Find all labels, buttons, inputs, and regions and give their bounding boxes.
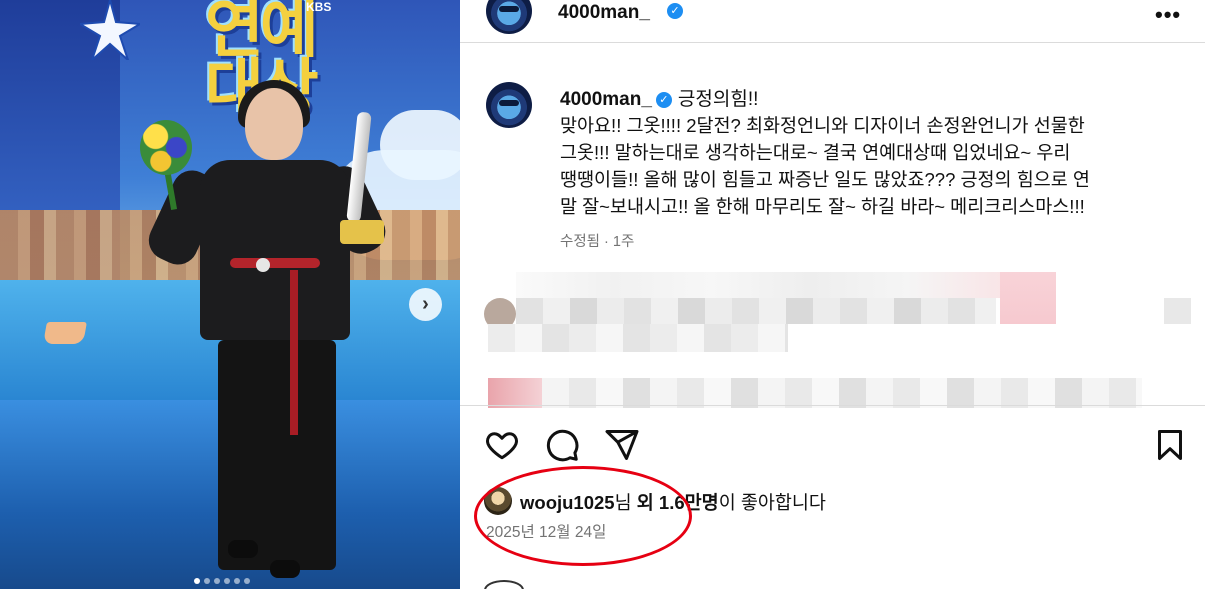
figure-jacket [200,160,350,340]
caption-username-link[interactable]: 4000man_ [560,89,652,110]
carousel-next-button[interactable]: › [409,288,442,321]
post-photo[interactable]: 연예 대상 KBS › [0,0,460,589]
trophy-base [340,220,384,244]
carousel-dot[interactable] [194,578,200,584]
carousel-dot[interactable] [204,578,210,584]
header-divider [460,42,1205,43]
chevron-right-icon: › [422,293,429,315]
carousel-dots [194,578,250,584]
caption-text: 맞아요!! 그옷!!!! 2달전? 최화정언니와 디자이너 손정완언니가 선물한… [560,115,1090,217]
bouquet [140,120,192,175]
blurred-comments [460,268,1205,408]
verified-icon: ✓ [655,91,672,108]
annotation-circle [474,466,692,566]
share-icon[interactable] [604,427,640,463]
avatar[interactable] [486,0,532,34]
carousel-dot[interactable] [244,578,250,584]
kbs-logo: KBS [306,0,332,14]
comment-icon[interactable] [544,427,580,463]
post-header: 4000man_ ✓ ••• [460,0,1205,42]
caption-title: 긍정의힘!! [677,89,759,110]
avatar[interactable] [486,82,532,128]
action-bar [460,405,1205,475]
carousel-dot[interactable] [214,578,220,584]
verified-icon: ✓ [667,3,683,19]
heart-icon[interactable] [484,427,520,463]
figure-shoe [228,540,258,558]
likes-suffix: 이 좋아합니다 [718,492,826,513]
figure-belt [230,258,320,268]
username-link[interactable]: 4000man_ [558,2,650,24]
bookmark-icon[interactable] [1152,427,1188,463]
caption-header: 4000man_ ✓ 긍정의힘!! [560,84,758,111]
caption-meta: 수정됨 · 1주 [560,234,635,250]
figure-buckle [256,258,270,272]
figure-pants [218,340,336,570]
photo-boat [43,322,87,344]
figure-tassel [290,270,298,435]
figure-shoe [270,560,300,578]
figure-face [245,88,303,160]
carousel-dot[interactable] [234,578,240,584]
carousel-dot[interactable] [224,578,230,584]
more-icon[interactable]: ••• [1155,2,1181,28]
star-icon [80,0,140,60]
